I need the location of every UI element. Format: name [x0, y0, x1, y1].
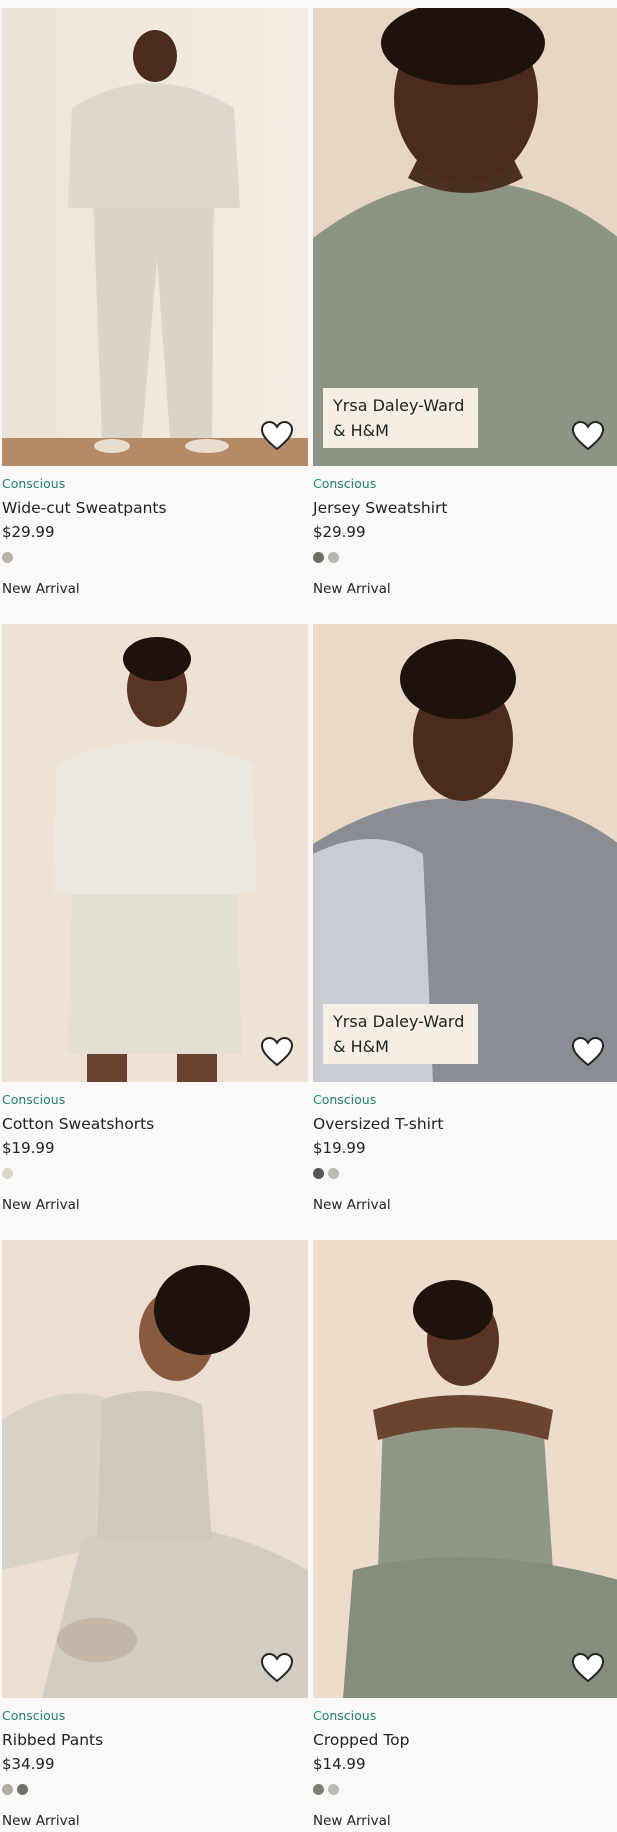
color-swatch[interactable]: [313, 1784, 324, 1795]
product-card[interactable]: Conscious Cropped Top $14.99 New Arrival: [313, 1240, 617, 1832]
color-swatch[interactable]: [328, 1168, 339, 1179]
product-image[interactable]: [313, 1240, 617, 1698]
color-swatch[interactable]: [313, 1168, 324, 1179]
product-card[interactable]: Conscious Wide-cut Sweatpants $29.99 New…: [2, 8, 310, 600]
product-photo: [2, 8, 308, 466]
product-card[interactable]: Yrsa Daley-Ward & H&M Conscious Jersey S…: [313, 8, 617, 600]
product-photo: [313, 1240, 617, 1698]
product-price: $19.99: [2, 1139, 55, 1157]
heart-icon[interactable]: [571, 420, 605, 452]
color-swatches: [2, 1160, 310, 1188]
product-price: $29.99: [2, 523, 55, 541]
collab-badge: Yrsa Daley-Ward & H&M: [323, 1004, 478, 1064]
product-card[interactable]: Yrsa Daley-Ward & H&M Conscious Oversize…: [313, 624, 617, 1216]
heart-icon[interactable]: [260, 420, 294, 452]
product-image[interactable]: Yrsa Daley-Ward & H&M: [313, 624, 617, 1082]
color-swatch[interactable]: [2, 1784, 13, 1795]
product-name[interactable]: Ribbed Pants: [2, 1728, 310, 1752]
product-name[interactable]: Cropped Top: [313, 1728, 617, 1752]
product-name[interactable]: Cotton Sweatshorts: [2, 1112, 310, 1136]
color-swatch[interactable]: [2, 552, 13, 563]
product-photo: [2, 624, 308, 1082]
new-arrival-label: New Arrival: [2, 1813, 80, 1829]
new-arrival-label: New Arrival: [313, 1813, 391, 1829]
product-grid: Conscious Wide-cut Sweatpants $29.99 New…: [0, 0, 617, 1832]
heart-icon[interactable]: [260, 1652, 294, 1684]
product-image[interactable]: Yrsa Daley-Ward & H&M: [313, 8, 617, 466]
product-price: $19.99: [313, 1139, 366, 1157]
product-price: $14.99: [313, 1755, 366, 1773]
color-swatches: [2, 544, 310, 572]
product-price: $29.99: [313, 523, 366, 541]
new-arrival-label: New Arrival: [313, 581, 391, 597]
conscious-tag: Conscious: [313, 476, 377, 491]
product-image[interactable]: [2, 624, 308, 1082]
new-arrival-label: New Arrival: [313, 1197, 391, 1213]
product-name[interactable]: Jersey Sweatshirt: [313, 496, 617, 520]
color-swatch[interactable]: [2, 1168, 13, 1179]
conscious-tag: Conscious: [2, 1708, 66, 1723]
heart-icon[interactable]: [260, 1036, 294, 1068]
product-card[interactable]: Conscious Ribbed Pants $34.99 New Arriva…: [2, 1240, 310, 1832]
color-swatch[interactable]: [328, 1784, 339, 1795]
heart-icon[interactable]: [571, 1652, 605, 1684]
product-card[interactable]: Conscious Cotton Sweatshorts $19.99 New …: [2, 624, 310, 1216]
color-swatch[interactable]: [328, 552, 339, 563]
product-image[interactable]: [2, 1240, 308, 1698]
product-photo: [2, 1240, 308, 1698]
product-name[interactable]: Wide-cut Sweatpants: [2, 496, 310, 520]
color-swatches: [313, 1160, 617, 1188]
heart-icon[interactable]: [571, 1036, 605, 1068]
color-swatch[interactable]: [17, 1784, 28, 1795]
conscious-tag: Conscious: [2, 476, 66, 491]
new-arrival-label: New Arrival: [2, 581, 80, 597]
product-price: $34.99: [2, 1755, 55, 1773]
product-name[interactable]: Oversized T-shirt: [313, 1112, 617, 1136]
conscious-tag: Conscious: [313, 1092, 377, 1107]
conscious-tag: Conscious: [313, 1708, 377, 1723]
color-swatch[interactable]: [313, 552, 324, 563]
collab-badge: Yrsa Daley-Ward & H&M: [323, 388, 478, 448]
new-arrival-label: New Arrival: [2, 1197, 80, 1213]
product-image[interactable]: [2, 8, 308, 466]
color-swatches: [2, 1776, 310, 1804]
color-swatches: [313, 544, 617, 572]
conscious-tag: Conscious: [2, 1092, 66, 1107]
color-swatches: [313, 1776, 617, 1804]
